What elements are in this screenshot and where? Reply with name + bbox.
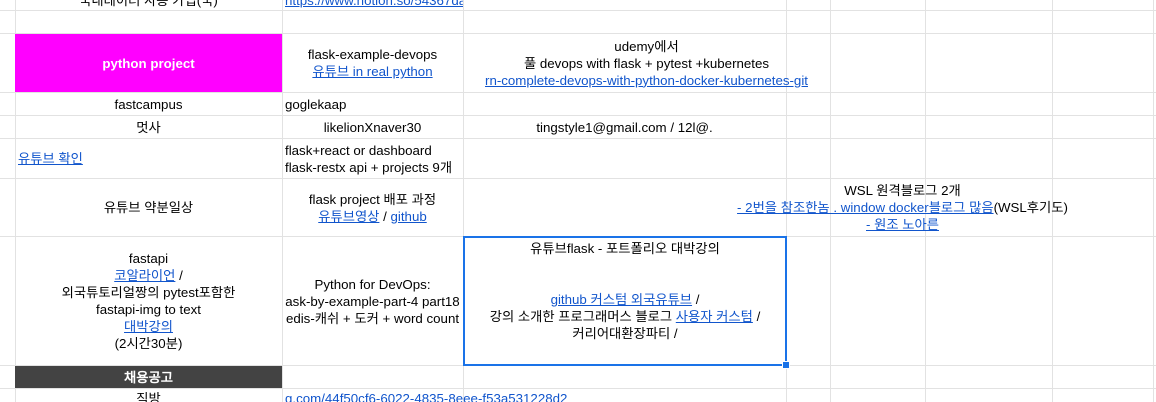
- cell-fastapi[interactable]: fastapi 코알라이언 / 외국튜토리얼짱의 pytest포함한 fasta…: [15, 237, 282, 365]
- cell-udemy[interactable]: udemy에서 풀 devops with flask + pytest +ku…: [463, 34, 830, 92]
- cell-text: flask-example-devops: [307, 47, 438, 62]
- youtube-check-link[interactable]: 유튜브 확인: [18, 150, 83, 167]
- cell-likelion[interactable]: likelionXnaver30: [282, 116, 463, 138]
- cell-flask-example[interactable]: flask-example-devops 유튜브 in real python: [282, 34, 463, 92]
- cell-zigbang-link[interactable]: g.com/44f50cf6-6022-4835-8eee-f53a531228…: [282, 389, 782, 402]
- grid-line: [1153, 0, 1154, 402]
- cell-text: 커리어대환장파티 /: [572, 326, 678, 341]
- youtube-realpython-link[interactable]: 유튜브 in real python: [312, 63, 432, 80]
- cell-text: flask-restx api + projects 9개: [285, 159, 453, 175]
- cell-text: fastapi-img to text: [96, 302, 201, 317]
- cell-youtube-daily[interactable]: 유튜브 약분일상: [15, 179, 282, 236]
- cell-links: github 커스텀 외국유튜브 /: [551, 291, 700, 308]
- cell-flask-deploy[interactable]: flask project 배포 과정 유튜브영상 / github: [282, 179, 463, 236]
- cell-flask-react[interactable]: flask+react or dashboard flask-restx api…: [282, 139, 542, 178]
- cell-text: tingstyle1@gmail.com / 12l@.: [536, 119, 713, 135]
- cell-jobs-header[interactable]: 채용공고: [15, 366, 282, 388]
- cell-text: 국내데이터 사용 가입(국): [79, 0, 218, 8]
- cell-text: WSL 원격블로그 2개: [844, 183, 961, 198]
- cell-account[interactable]: tingstyle1@gmail.com / 12l@.: [463, 116, 786, 138]
- cell-text: 유튜브 약분일상: [103, 200, 194, 215]
- cell-fastcampus[interactable]: fastcampus: [15, 93, 282, 115]
- fill-handle[interactable]: [782, 361, 790, 369]
- cell-text: ask-by-example-part-4 part18: [285, 293, 460, 309]
- cell-text: udemy에서: [614, 38, 679, 54]
- cell-text: 직방: [136, 391, 161, 402]
- cell-text: (2시간30분): [114, 336, 183, 351]
- cell-text: 외국튜토리얼짱의 pytest포함한: [61, 285, 236, 300]
- cell-text: python project: [102, 55, 195, 71]
- github-link[interactable]: github: [391, 209, 427, 224]
- cell-text: fastcampus: [114, 96, 183, 112]
- cell-text: fastapi: [128, 251, 169, 266]
- cell-text: 유튜브flask - 포트폴리오 대박강의: [530, 241, 720, 256]
- cell-text: /: [752, 309, 761, 324]
- selected-cell-portfolio[interactable]: 유튜브flask - 포트폴리오 대박강의 github 커스텀 외국유튜브 /…: [463, 236, 787, 366]
- cell-b-top[interactable]: https://www.notion.so/54367da0fa4c48cd00…: [282, 0, 463, 10]
- cell-goglekaap[interactable]: goglekaap: [282, 93, 463, 115]
- notion-job-link[interactable]: g.com/44f50cf6-6022-4835-8eee-f53a531228…: [285, 390, 567, 402]
- cell-python-devops[interactable]: Python for DevOps: ask-by-example-part-4…: [282, 237, 463, 365]
- cell-text: edis-캐쉬 + 도커 + word count: [285, 310, 460, 326]
- cell-text: 풀 devops with flask + pytest +kubernetes: [523, 55, 770, 71]
- cell-text: 채용공고: [124, 369, 173, 385]
- cell-text: flask project 배포 과정: [308, 191, 437, 207]
- cell-a-top[interactable]: 국내데이터 사용 가입(국): [15, 0, 282, 10]
- cell-zigbang[interactable]: 직방: [15, 389, 282, 402]
- grid-line: [0, 10, 1156, 11]
- cell-text: (WSL후기도): [993, 200, 1068, 215]
- cell-links: 유튜브영상 / github: [318, 208, 427, 225]
- cell-links: - 2번을 참조한놈 . window docker블로그 많음(WSL후기도): [737, 199, 1068, 216]
- cell-text: 강의 소개한 프로그래머스 블로그: [489, 309, 676, 324]
- github-custom-link[interactable]: github 커스텀 외국유튜브: [551, 292, 692, 307]
- notion-link[interactable]: https://www.notion.so/54367da0fa4c48cd00…: [285, 0, 463, 9]
- window-docker-blog-link[interactable]: - 2번을 참조한놈 . window docker블로그 많음: [737, 200, 994, 215]
- separator-text: /: [379, 208, 391, 224]
- spreadsheet-grid: 국내데이터 사용 가입(국) https://www.notion.so/543…: [0, 0, 1156, 402]
- cell-mutsa[interactable]: 멋사: [15, 116, 282, 138]
- cell-text: likelionXnaver30: [323, 119, 422, 135]
- cell-text: /: [692, 292, 700, 307]
- cell-wsl-blogs[interactable]: WSL 원격블로그 2개 - 2번을 참조한놈 . window docker블…: [660, 179, 1145, 236]
- koala-lion-link[interactable]: 코알라이언: [114, 268, 175, 283]
- cell-text: goglekaap: [285, 96, 347, 112]
- cell-python-project[interactable]: python project: [15, 34, 282, 92]
- great-lecture-link[interactable]: 대박강의: [124, 318, 173, 335]
- cell-text: Python for DevOps:: [314, 276, 431, 292]
- cell-text: /: [175, 268, 183, 283]
- cell-text: 멋사: [136, 119, 161, 135]
- youtube-video-link[interactable]: 유튜브영상: [318, 209, 379, 224]
- user-custom-link[interactable]: 사용자 커스텀: [676, 309, 753, 324]
- cell-links: 코알라이언 /: [114, 267, 183, 284]
- cell-links: 강의 소개한 프로그래머스 블로그 사용자 커스텀 /: [490, 308, 761, 325]
- cell-youtube-check[interactable]: 유튜브 확인: [15, 139, 282, 178]
- cell-text: flask+react or dashboard: [285, 142, 432, 158]
- udemy-course-link[interactable]: rn-complete-devops-with-python-docker-ku…: [485, 72, 808, 89]
- original-noarun-link[interactable]: - 원조 노아른: [866, 216, 939, 233]
